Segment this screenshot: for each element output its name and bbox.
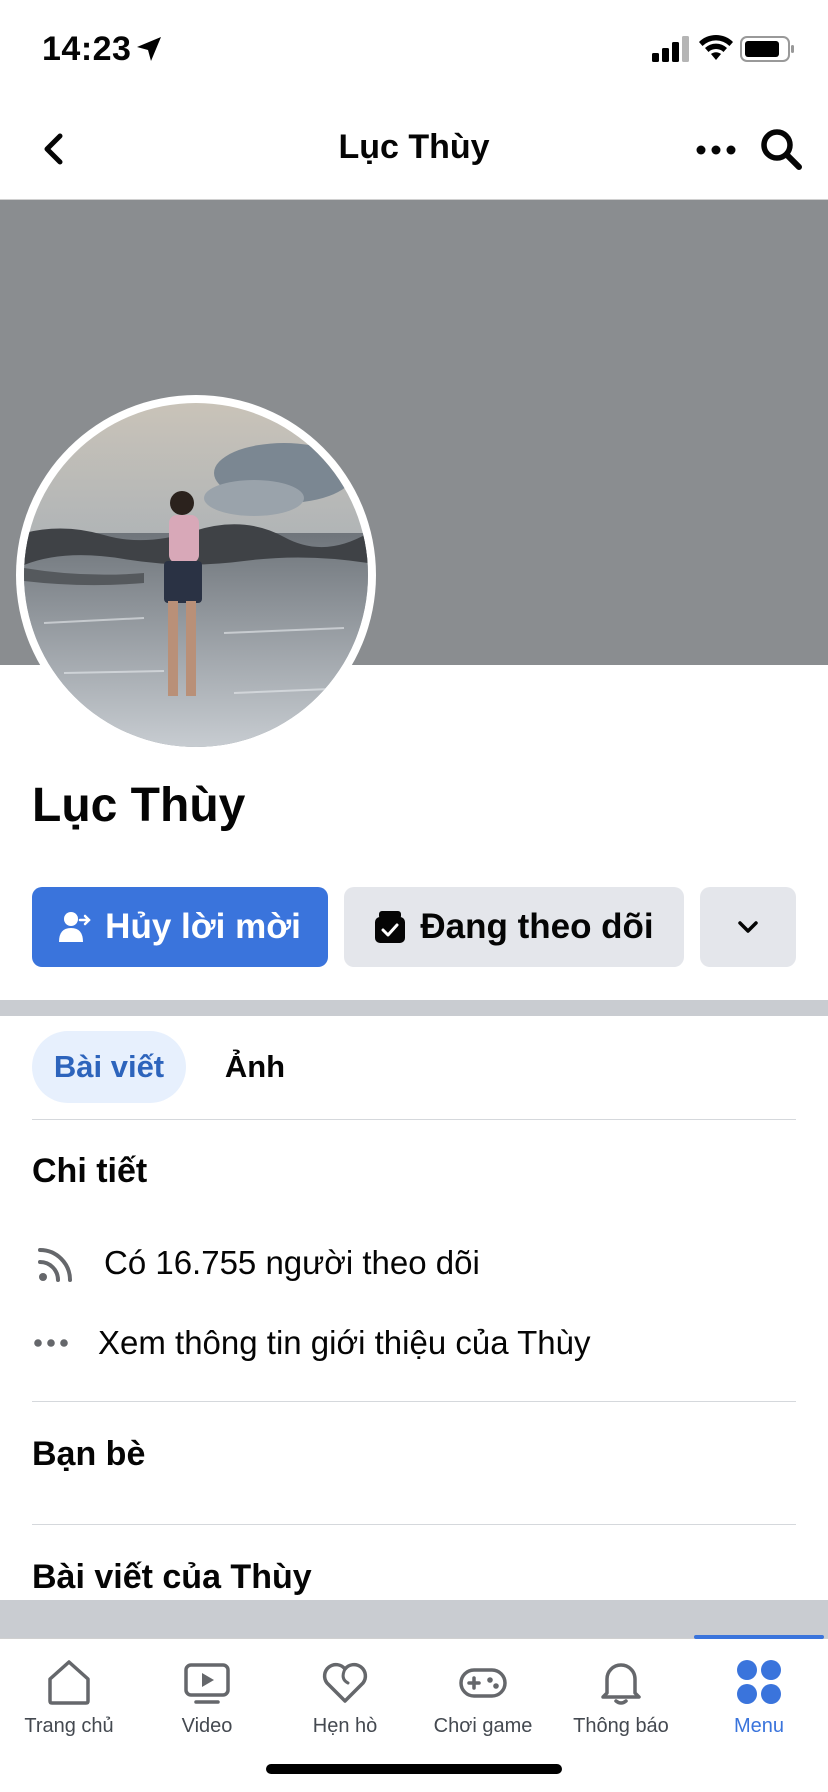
more-dots-icon[interactable] [694,130,738,170]
divider [32,1119,796,1120]
dating-heart-icon [322,1662,368,1703]
tabbar-label-dating: Hẹn hò [312,1715,378,1737]
divider [32,1401,796,1402]
location-arrow-icon [137,37,161,61]
video-icon [184,1663,230,1704]
home-indicator [266,1764,562,1774]
tabbar-item-notifications[interactable]: Thông báo [552,1639,690,1769]
section-separator [0,1000,828,1016]
active-tab-indicator [694,1635,824,1639]
user-cancel-icon [59,912,91,942]
search-icon[interactable] [756,124,806,174]
profile-name: Lục Thùy [32,779,246,832]
more-options-dropdown-button[interactable] [700,887,796,967]
battery-icon [740,36,794,62]
tabbar-item-home[interactable]: Trang chủ [0,1639,138,1769]
tab-posts[interactable]: Bài viết [32,1031,186,1103]
cellular-signal-icon [652,36,689,62]
tabbar-label-gaming: Chơi game [433,1715,533,1737]
following-check-icon [375,911,406,943]
status-time: 14:23 [42,30,132,68]
cancel-friend-request-button[interactable]: Hủy lời mời [32,887,328,967]
details-title: Chi tiết [32,1152,148,1190]
divider [32,1524,796,1525]
tabbar-label-home: Trang chủ [24,1715,114,1737]
tabbar-item-video[interactable]: Video [138,1639,276,1769]
posts-title: Bài viết của Thùy [32,1558,312,1596]
followers-text: Có 16.755 người theo dõi [104,1244,480,1281]
about-row[interactable]: Xem thông tin giới thiệu của Thùy [32,1318,591,1368]
bell-icon [601,1663,641,1705]
tabbar-label-notifications: Thông báo [573,1715,669,1737]
tabbar-item-gaming[interactable]: Chơi game [414,1639,552,1769]
tab-photos[interactable]: Ảnh [210,1031,300,1103]
section-separator [0,1600,828,1638]
following-label: Đang theo dõi [420,907,654,946]
about-text: Xem thông tin giới thiệu của Thùy [98,1324,591,1361]
home-icon [48,1660,90,1705]
menu-grid-icon [737,1660,781,1704]
tabbar-item-dating[interactable]: Hẹn hò [276,1639,414,1769]
gamepad-icon [459,1668,507,1698]
status-bar: 14:23 [0,0,828,100]
profile-avatar[interactable] [16,395,376,755]
tabbar-item-menu[interactable]: Menu [690,1635,828,1769]
nav-bar: Lục Thùy [0,100,828,200]
rss-feed-icon [38,1248,72,1282]
tabbar-label-video: Video [181,1715,233,1737]
cancel-request-label: Hủy lời mời [105,907,301,946]
tabbar-label-menu: Menu [733,1715,785,1737]
following-button[interactable]: Đang theo dõi [344,887,684,967]
wifi-icon [699,34,733,60]
friends-title: Bạn bè [32,1435,146,1473]
chevron-down-icon [738,921,758,933]
more-dots-icon [34,1339,68,1347]
avatar-photo [24,403,368,747]
followers-row: Có 16.755 người theo dõi [32,1238,480,1288]
